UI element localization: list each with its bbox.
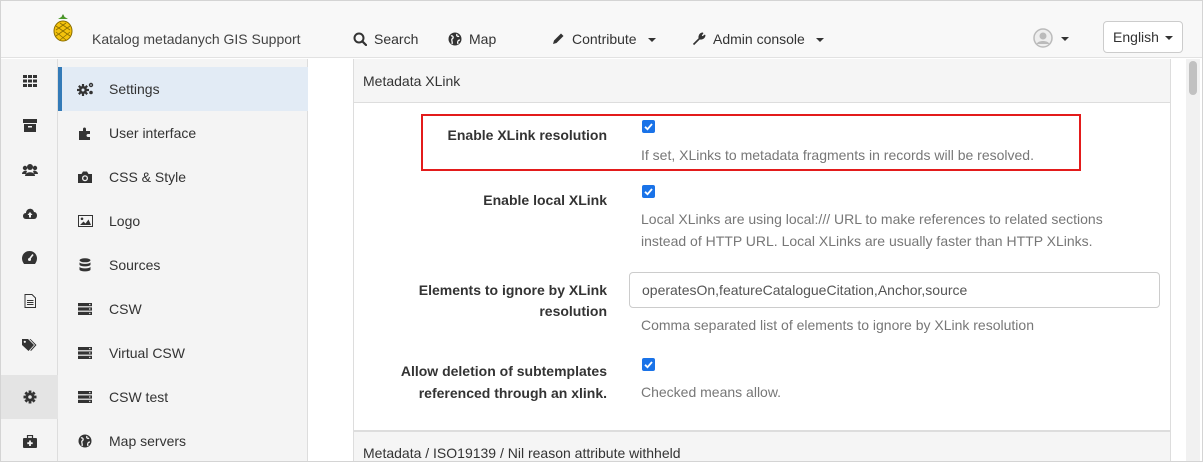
scrollbar-thumb[interactable] [1189,61,1197,95]
menu-item-label: Sources [109,257,161,273]
panel-heading: Metadata XLink [354,59,1170,103]
enable-local-xlink-help-line1: Local XLinks are using local:/// URL to … [641,211,1103,227]
menu-item-label: CSW test [109,389,169,405]
content-gutter [308,59,332,461]
users-icon [21,163,38,176]
menu-item-label: Virtual CSW [109,345,185,361]
nav-admin-console-label: Admin console [713,31,805,47]
chevron-down-icon [1164,36,1173,40]
nav-search[interactable]: Search [353,31,418,47]
chevron-down-icon [815,38,824,42]
elements-to-ignore-input[interactable] [629,272,1160,308]
panel-title: Metadata XLink [363,73,461,89]
menu-item-logo[interactable]: Logo [58,199,308,243]
nav-search-label: Search [374,31,419,47]
rail-settings[interactable] [1,375,58,419]
gear-icon [23,390,36,404]
menu-item-map-servers[interactable]: Map servers [58,419,308,461]
nav-admin-console[interactable]: Admin console [692,31,824,47]
enable-xlink-label: Enable XLink resolution [447,127,607,143]
server-icon [76,344,94,362]
wrench-icon [692,32,706,46]
puzzle-icon [76,124,94,142]
rail-statistics[interactable] [1,235,58,279]
tags-icon [22,338,37,351]
server-icon [76,388,94,406]
menu-item-label: Logo [109,213,141,229]
file-icon [24,294,36,308]
menu-item-virtual-csw[interactable]: Virtual CSW [58,331,308,375]
search-icon [353,32,367,46]
user-menu[interactable] [1033,28,1069,48]
admin-icon-rail [1,59,58,461]
menu-item-label: CSS & Style [109,169,187,185]
avatar-icon [1033,28,1053,48]
allow-deletion-label-line2: referenced through an xlink. [418,385,607,401]
rail-classification[interactable] [1,323,58,367]
top-navbar: Katalog metadanych GIS Support Search Ma… [1,1,1202,58]
rail-metadata[interactable] [1,103,58,147]
allow-deletion-help: Checked means allow. [641,384,782,400]
chevron-down-icon [1061,37,1069,41]
language-label: English [1113,29,1159,45]
enable-local-xlink-help-line2: instead of HTTP URL. Local XLinks are us… [641,233,1093,249]
rail-reports[interactable] [1,279,58,323]
picture-icon [76,212,94,230]
menu-item-css-style[interactable]: CSS & Style [58,155,308,199]
grid-icon [22,75,37,87]
brand-title[interactable]: Katalog metadanych GIS Support [92,31,301,47]
allow-deletion-checkbox[interactable] [642,358,655,371]
menu-item-label: CSW [109,301,142,317]
server-icon [76,300,94,318]
chevron-down-icon [647,38,656,42]
enable-xlink-checkbox[interactable] [642,120,655,133]
menu-item-label: Map servers [109,433,187,449]
cogs-icon [76,80,94,98]
menu-item-user-interface[interactable]: User interface [58,111,308,155]
menu-item-settings[interactable]: Settings [58,67,308,111]
globe-icon [76,432,94,450]
nil-reason-panel-title: Metadata / ISO19139 / Nil reason attribu… [363,445,681,461]
logo-icon[interactable] [52,14,74,42]
database-icon [76,256,94,274]
rail-tools[interactable] [1,419,58,461]
elements-to-ignore-label-line2: resolution [539,303,607,319]
nav-map-label: Map [469,31,497,47]
camera-icon [76,168,94,186]
settings-menu: Settings User interface CSS & Style Logo… [58,59,308,461]
menu-item-label: User interface [109,125,197,141]
app-window: Katalog metadanych GIS Support Search Ma… [0,0,1203,462]
rail-users[interactable] [1,147,58,191]
archive-icon [22,118,37,132]
rail-dashboard-grid[interactable] [1,59,58,103]
enable-xlink-help: If set, XLinks to metadata fragments in … [641,147,1034,163]
elements-to-ignore-label-line1: Elements to ignore by XLink [418,282,607,298]
menu-item-label: Settings [109,81,160,97]
menu-item-sources[interactable]: Sources [58,243,308,287]
globe-icon [448,32,462,46]
enable-local-xlink-label: Enable local XLink [483,192,607,208]
allow-deletion-label-line1: Allow deletion of subtemplates [400,363,607,379]
dashboard-icon [22,250,37,264]
menu-item-csw-test[interactable]: CSW test [58,375,308,419]
menu-item-csw[interactable]: CSW [58,287,308,331]
medkit-icon [22,434,37,448]
page-scrollbar[interactable] [1186,59,1200,461]
rail-harvesting[interactable] [1,191,58,235]
elements-to-ignore-help: Comma separated list of elements to igno… [641,317,1034,333]
nav-contribute-label: Contribute [572,31,637,47]
nav-map[interactable]: Map [448,31,496,47]
cloud-upload-icon [22,208,37,219]
enable-local-xlink-checkbox[interactable] [642,185,655,198]
nav-contribute[interactable]: Contribute [551,31,656,47]
pencil-icon [553,33,564,44]
nil-reason-panel[interactable]: Metadata / ISO19139 / Nil reason attribu… [353,431,1171,461]
language-select[interactable]: English [1103,21,1183,53]
